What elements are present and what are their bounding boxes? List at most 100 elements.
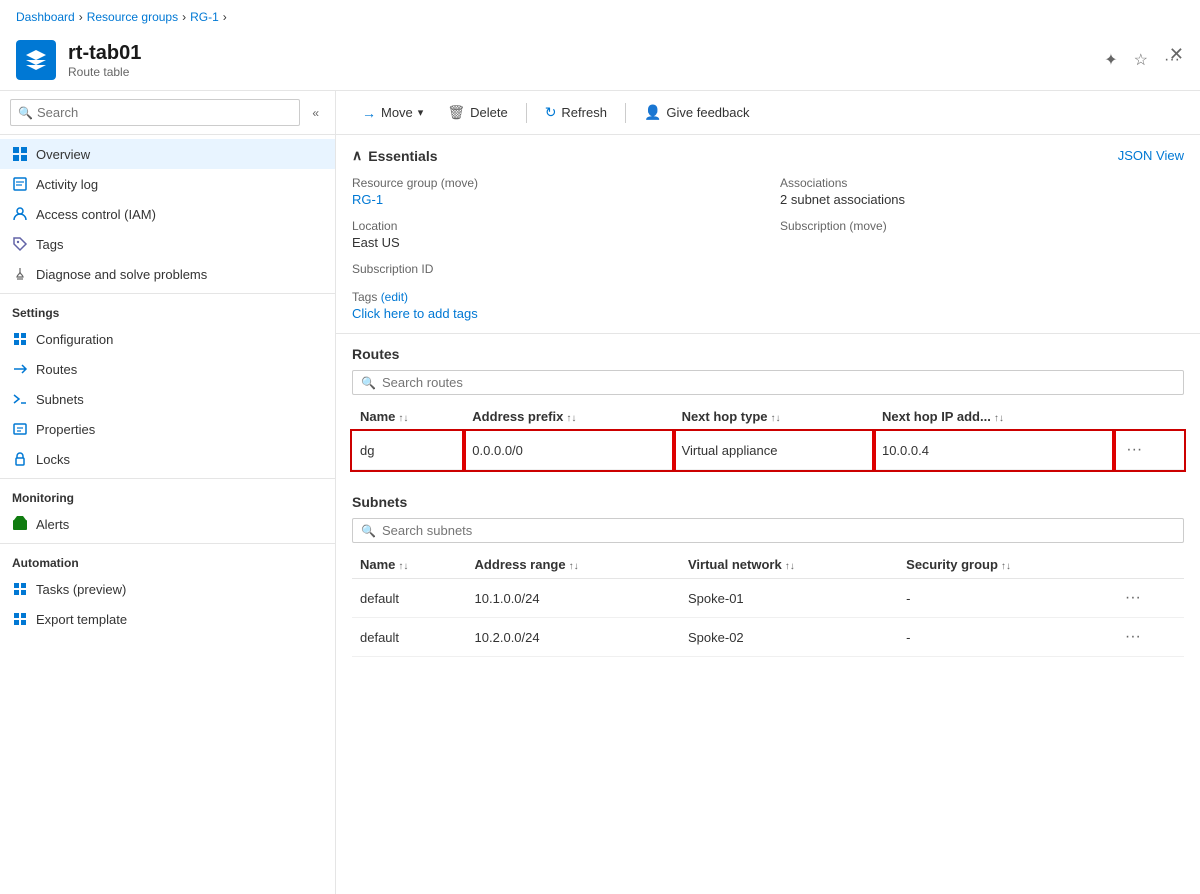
essentials-collapse-icon[interactable]: ∧ — [352, 147, 362, 164]
delete-icon: 🗑 — [447, 104, 465, 121]
subnets-search-field: 🔍 — [352, 518, 1184, 543]
sidebar-item-configuration[interactable]: Configuration — [0, 324, 335, 354]
iam-icon — [12, 206, 28, 222]
subnets-table-row-0[interactable]: default 10.1.0.0/24 Spoke-01 - ··· — [352, 579, 1184, 618]
collapse-sidebar-button[interactable]: « — [306, 104, 325, 122]
routes-section: Routes 🔍 Name↑↓ Address prefix↑↓ Next ho… — [336, 334, 1200, 482]
subnet-col-vnet: Virtual network↑↓ — [680, 551, 898, 579]
sidebar-item-alerts[interactable]: Alerts — [0, 509, 335, 539]
route-more-button-dg[interactable]: ··· — [1122, 439, 1146, 461]
routes-search-icon: 🔍 — [361, 376, 376, 390]
tags-icon — [12, 236, 28, 252]
subnet-more-button-1[interactable]: ··· — [1121, 626, 1145, 648]
col-name: Name↑↓ — [352, 403, 464, 431]
col-actions — [1114, 403, 1184, 431]
subscription-item: Subscription (move) — [780, 219, 1184, 250]
sidebar-item-routes-label: Routes — [36, 362, 77, 377]
sidebar-item-routes[interactable]: Routes — [0, 354, 335, 384]
tags-item: Tags (edit) Click here to add tags — [352, 290, 1184, 321]
sidebar-item-overview[interactable]: Overview — [0, 139, 335, 169]
sort-arrows-vnet[interactable]: ↑↓ — [785, 561, 795, 572]
main-layout: 🔍 « Overview Activity log — [0, 91, 1200, 894]
breadcrumb-resource-groups[interactable]: Resource groups — [87, 10, 178, 24]
sidebar-item-access-control[interactable]: Access control (IAM) — [0, 199, 335, 229]
activity-log-icon — [12, 176, 28, 192]
subnets-section-title: Subnets — [352, 494, 1184, 510]
add-tags-link[interactable]: Click here to add tags — [352, 306, 1184, 321]
resource-name: rt-tab01 — [68, 42, 1100, 65]
toolbar-divider — [526, 103, 527, 123]
subnet-sg-0: - — [898, 579, 1113, 618]
close-button[interactable]: ✕ — [1169, 44, 1184, 65]
location-item: Location East US — [352, 219, 756, 250]
pin-button[interactable]: ✦ — [1100, 46, 1121, 74]
sidebar-item-export-label: Export template — [36, 612, 127, 627]
associations-value: 2 subnet associations — [780, 192, 1184, 207]
sort-arrows-prefix[interactable]: ↑↓ — [566, 413, 576, 424]
subnets-search-icon: 🔍 — [361, 524, 376, 538]
sort-arrows-subnet-name[interactable]: ↑↓ — [398, 561, 408, 572]
sort-arrows-name[interactable]: ↑↓ — [398, 413, 408, 424]
resource-group-link[interactable]: RG-1 — [352, 192, 383, 207]
sidebar-item-diagnose[interactable]: Diagnose and solve problems — [0, 259, 335, 289]
tags-edit-link[interactable]: (edit) — [381, 290, 408, 304]
location-value: East US — [352, 235, 756, 250]
move-icon: → — [362, 105, 376, 121]
sidebar-item-subnets[interactable]: Subnets — [0, 384, 335, 414]
sidebar-item-tags[interactable]: Tags — [0, 229, 335, 259]
subnet-col-name: Name↑↓ — [352, 551, 467, 579]
json-view-link[interactable]: JSON View — [1118, 148, 1184, 163]
sidebar-item-locks[interactable]: Locks — [0, 444, 335, 474]
favorite-button[interactable]: ☆ — [1130, 46, 1152, 74]
route-hop-type-dg: Virtual appliance — [674, 431, 874, 470]
resource-type: Route table — [68, 65, 1100, 79]
subnet-vnet-0: Spoke-01 — [680, 579, 898, 618]
sidebar-item-tasks[interactable]: Tasks (preview) — [0, 574, 335, 604]
feedback-button[interactable]: 👤 Give feedback — [634, 99, 760, 126]
sort-arrows-hop-type[interactable]: ↑↓ — [771, 413, 781, 424]
sidebar-item-configuration-label: Configuration — [36, 332, 113, 347]
config-icon — [12, 331, 28, 347]
subnet-name-1: default — [352, 618, 467, 657]
associations-label: Associations — [780, 176, 1184, 190]
sidebar-item-tasks-label: Tasks (preview) — [36, 582, 126, 597]
routes-table-header: Name↑↓ Address prefix↑↓ Next hop type↑↓ … — [352, 403, 1184, 431]
routes-search-input[interactable] — [382, 375, 1175, 390]
move-button[interactable]: → Move ▾ — [352, 100, 433, 126]
sidebar-item-iam-label: Access control (IAM) — [36, 207, 156, 222]
sidebar-navigation: Overview Activity log Access control (IA… — [0, 135, 335, 894]
automation-section-header: Automation — [0, 543, 335, 574]
sort-arrows-range[interactable]: ↑↓ — [569, 561, 579, 572]
subnets-table-header: Name↑↓ Address range↑↓ Virtual network↑↓… — [352, 551, 1184, 579]
sidebar-item-properties[interactable]: Properties — [0, 414, 335, 444]
route-hop-ip-dg: 10.0.0.4 — [874, 431, 1114, 470]
subnet-col-sg: Security group↑↓ — [898, 551, 1113, 579]
refresh-button[interactable]: ↻ Refresh — [535, 99, 617, 126]
sidebar: 🔍 « Overview Activity log — [0, 91, 336, 894]
subnet-col-actions — [1113, 551, 1184, 579]
subnet-name-0: default — [352, 579, 467, 618]
breadcrumb-rg1[interactable]: RG-1 — [190, 10, 219, 24]
main-content: → Move ▾ 🗑 Delete ↻ Refresh 👤 Give feedb… — [336, 91, 1200, 894]
sort-arrows-hop-ip[interactable]: ↑↓ — [994, 413, 1004, 424]
subnet-range-0: 10.1.0.0/24 — [467, 579, 680, 618]
routes-table-row-dg[interactable]: dg 0.0.0.0/0 Virtual appliance 10.0.0.4 … — [352, 431, 1184, 470]
sidebar-item-export[interactable]: Export template — [0, 604, 335, 634]
locks-icon — [12, 451, 28, 467]
sort-arrows-sg[interactable]: ↑↓ — [1001, 561, 1011, 572]
alerts-icon — [12, 516, 28, 532]
subnets-search-input[interactable] — [382, 523, 1175, 538]
feedback-icon: 👤 — [644, 104, 661, 121]
search-box: 🔍 « — [0, 91, 335, 135]
breadcrumb-dashboard[interactable]: Dashboard — [16, 10, 75, 24]
sidebar-item-activity-log[interactable]: Activity log — [0, 169, 335, 199]
sidebar-item-subnets-label: Subnets — [36, 392, 84, 407]
routes-table: Name↑↓ Address prefix↑↓ Next hop type↑↓ … — [352, 403, 1184, 470]
essentials-title-text: Essentials — [368, 148, 437, 164]
subnet-more-button-0[interactable]: ··· — [1121, 587, 1145, 609]
delete-button[interactable]: 🗑 Delete — [437, 99, 517, 126]
search-input[interactable] — [10, 99, 300, 126]
subnets-table-row-1[interactable]: default 10.2.0.0/24 Spoke-02 - ··· — [352, 618, 1184, 657]
monitoring-section-header: Monitoring — [0, 478, 335, 509]
sidebar-item-locks-label: Locks — [36, 452, 70, 467]
